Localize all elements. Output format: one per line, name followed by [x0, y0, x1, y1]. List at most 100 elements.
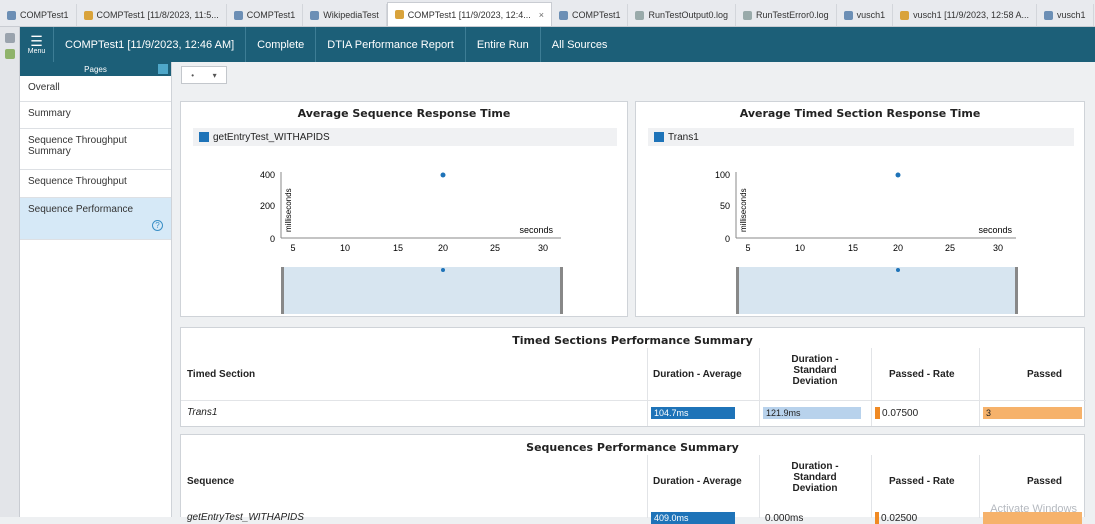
tab-comptest1-report-active[interactable]: COMPTest1 [11/9/2023, 12:4... ×	[386, 2, 552, 26]
tab-runtesterror-log[interactable]: RunTestError0.log	[736, 4, 837, 26]
chart-panel-timed-section-response: Average Timed Section Response Time Tran…	[635, 101, 1085, 317]
tab-vusch1-report[interactable]: vusch1 [11/9/2023, 12:58 A...	[893, 4, 1038, 26]
x-tick-20: 20	[893, 243, 903, 253]
log-icon	[635, 10, 645, 20]
sidebar-item-sequence-throughput-summary[interactable]: Sequence Throughput Summary	[20, 129, 171, 170]
watermark: Activate Windows	[990, 503, 1077, 515]
time-range-selector[interactable]: Entire Run	[466, 27, 541, 62]
y-tick-200: 200	[260, 201, 275, 211]
passed-rate-value: 0.07500	[882, 408, 919, 419]
range-handle-right	[1015, 267, 1018, 314]
flask-icon	[843, 10, 853, 20]
report-content: • ▾ Average Sequence Response Time getEn…	[172, 62, 1095, 524]
clipboard-icon	[394, 10, 404, 19]
collapse-icon[interactable]	[158, 64, 168, 74]
clipboard-icon	[900, 10, 910, 20]
duration-std-value: 0.000ms	[765, 513, 804, 524]
passed-rate-bar	[875, 512, 879, 524]
close-icon[interactable]: ×	[539, 10, 544, 20]
overview-point	[441, 268, 445, 272]
tab-comptest1-test-2[interactable]: COMPTest1	[552, 4, 629, 26]
left-toolstrip	[0, 27, 20, 517]
x-tick-25: 25	[490, 243, 500, 253]
report-type-selector[interactable]: DTIA Performance Report	[316, 27, 466, 62]
table-title: Sequences Performance Summary	[526, 441, 739, 454]
column-header-duration-average[interactable]: Duration - Average	[653, 369, 742, 380]
tab-comptest1-test[interactable]: COMPTest1	[227, 4, 304, 26]
passed-rate-bar	[875, 407, 880, 419]
overview-range	[281, 267, 563, 314]
overview-point	[896, 268, 900, 272]
gear-icon	[7, 10, 16, 20]
page-navigator[interactable]: • ▾	[181, 66, 227, 84]
chevron-down-icon: ▾	[212, 70, 217, 80]
report-header: ☰ Menu COMPTest1 [11/9/2023, 12:46 AM] C…	[20, 27, 1095, 62]
y-tick-100: 100	[715, 170, 730, 180]
column-header-duration-average[interactable]: Duration - Average	[653, 476, 742, 487]
column-header-passed-rate[interactable]: Passed - Rate	[889, 369, 955, 380]
column-header-sequence[interactable]: Sequence	[187, 476, 234, 487]
column-header-passed[interactable]: Passed	[1027, 369, 1062, 380]
dot-icon: •	[191, 70, 195, 80]
chart-plot: 400 200 0 milliseconds seconds 5 10 15 2…	[260, 170, 563, 314]
file-icon	[558, 10, 568, 20]
tab-comptest1-report-1[interactable]: COMPTest1 [11/8/2023, 11:5...	[77, 4, 227, 26]
editor-tab-bar: COMPTest1 COMPTest1 [11/8/2023, 11:5... …	[0, 0, 1095, 27]
row-name: Trans1	[187, 407, 218, 418]
column-header-duration-std[interactable]: Duration - Standard Deviation	[771, 354, 859, 387]
sidebar-item-overall[interactable]: Overall	[20, 76, 171, 102]
tab-vusch1[interactable]: vusch1	[837, 4, 894, 26]
tab-vusch1-test[interactable]: vusch1	[1037, 4, 1094, 26]
timed-sections-summary: Timed Sections Performance Summary Timed…	[180, 327, 1086, 427]
overview-range	[736, 267, 1018, 314]
passed-bar: 3	[983, 407, 1082, 419]
sidebar-item-sequence-throughput[interactable]: Sequence Throughput	[20, 170, 171, 198]
tab-runtestoutput-log[interactable]: RunTestOutput0.log	[628, 4, 737, 26]
flask-icon	[310, 10, 320, 20]
column-header-duration-std[interactable]: Duration - Standard Deviation	[771, 461, 859, 494]
duration-std-bar: 121.9ms	[763, 407, 861, 419]
hamburger-icon: ☰	[30, 32, 43, 49]
clipboard-icon	[83, 10, 93, 20]
row-name: getEntryTest_WITHAPIDS	[187, 512, 304, 523]
column-header-timed-section[interactable]: Timed Section	[187, 369, 255, 380]
sidebar-item-summary[interactable]: Summary	[20, 102, 171, 129]
report-title: COMPTest1 [11/9/2023, 12:46 AM]	[54, 27, 247, 62]
sequences-summary: Sequences Performance Summary Sequence D…	[180, 434, 1085, 524]
x-tick-15: 15	[848, 243, 858, 253]
x-tick-5: 5	[745, 243, 750, 253]
x-tick-30: 30	[993, 243, 1003, 253]
range-handle-left	[736, 267, 739, 314]
column-header-passed-rate[interactable]: Passed - Rate	[889, 476, 955, 487]
chart-panel-sequence-response: Average Sequence Response Time getEntryT…	[180, 101, 628, 317]
y-tick-50: 50	[720, 201, 730, 211]
x-axis-label: seconds	[519, 225, 553, 235]
x-tick-5: 5	[290, 243, 295, 253]
source-selector[interactable]: All Sources	[541, 27, 619, 62]
y-tick-0: 0	[725, 234, 730, 244]
filter-icon[interactable]	[5, 49, 15, 59]
x-tick-30: 30	[538, 243, 548, 253]
duration-average-bar: 104.7ms	[651, 407, 735, 419]
y-axis-label: milliseconds	[739, 188, 748, 232]
pin-icon[interactable]	[5, 33, 15, 43]
y-tick-400: 400	[260, 170, 275, 180]
run-status: Complete	[246, 27, 317, 62]
column-header-passed[interactable]: Passed	[1027, 476, 1062, 487]
x-axis-label: seconds	[978, 225, 1012, 235]
menu-button[interactable]: ☰ Menu	[20, 27, 54, 62]
range-handle-left	[281, 267, 284, 314]
sidebar-item-sequence-performance[interactable]: Sequence Performance ?	[20, 198, 171, 240]
tab-comptest1-schedule[interactable]: COMPTest1	[0, 4, 77, 26]
passed-rate-value: 0.02500	[881, 513, 918, 524]
help-icon[interactable]: ?	[152, 220, 163, 231]
x-tick-20: 20	[438, 243, 448, 253]
x-tick-25: 25	[945, 243, 955, 253]
duration-average-bar: 409.0ms	[651, 512, 735, 524]
range-handle-right	[560, 267, 563, 314]
y-axis-label: milliseconds	[284, 188, 293, 232]
tab-wikipediatest[interactable]: WikipediaTest	[303, 4, 387, 26]
chart-plot: 100 50 0 milliseconds seconds 5 10 15 20…	[715, 170, 1018, 314]
data-point	[895, 172, 901, 178]
data-point	[440, 172, 446, 178]
